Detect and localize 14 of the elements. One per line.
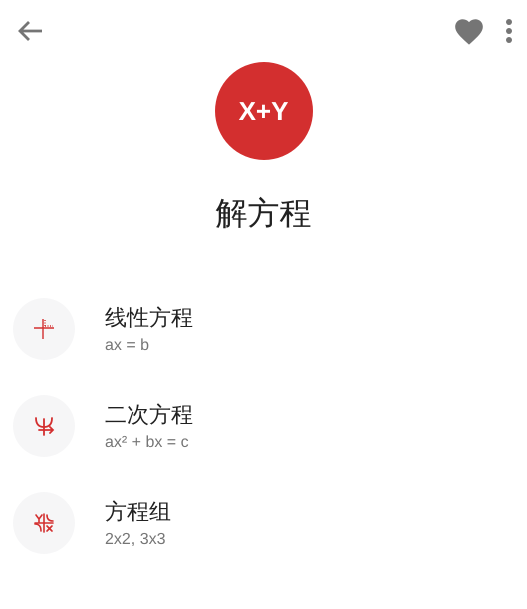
item-title[interactable]: 二次方程	[105, 400, 193, 430]
item-title[interactable]: 方程组	[105, 497, 171, 527]
heart-icon[interactable]	[453, 16, 485, 46]
graph-icon	[33, 318, 55, 340]
item-subtitle: 2x2, 3x3	[105, 531, 166, 549]
parabola-icon	[33, 415, 55, 437]
page-title: 解方程	[214, 193, 312, 234]
back-arrow-icon[interactable]	[16, 19, 44, 43]
item-subtitle: ax = b	[105, 337, 150, 355]
item-subtitle: ax² + bx = c	[105, 434, 190, 452]
app-logo: X+Y	[214, 62, 312, 160]
intersecting-curves-icon	[33, 512, 55, 534]
more-options-icon[interactable]	[505, 18, 513, 44]
item-title[interactable]: 线性方程	[105, 303, 193, 333]
